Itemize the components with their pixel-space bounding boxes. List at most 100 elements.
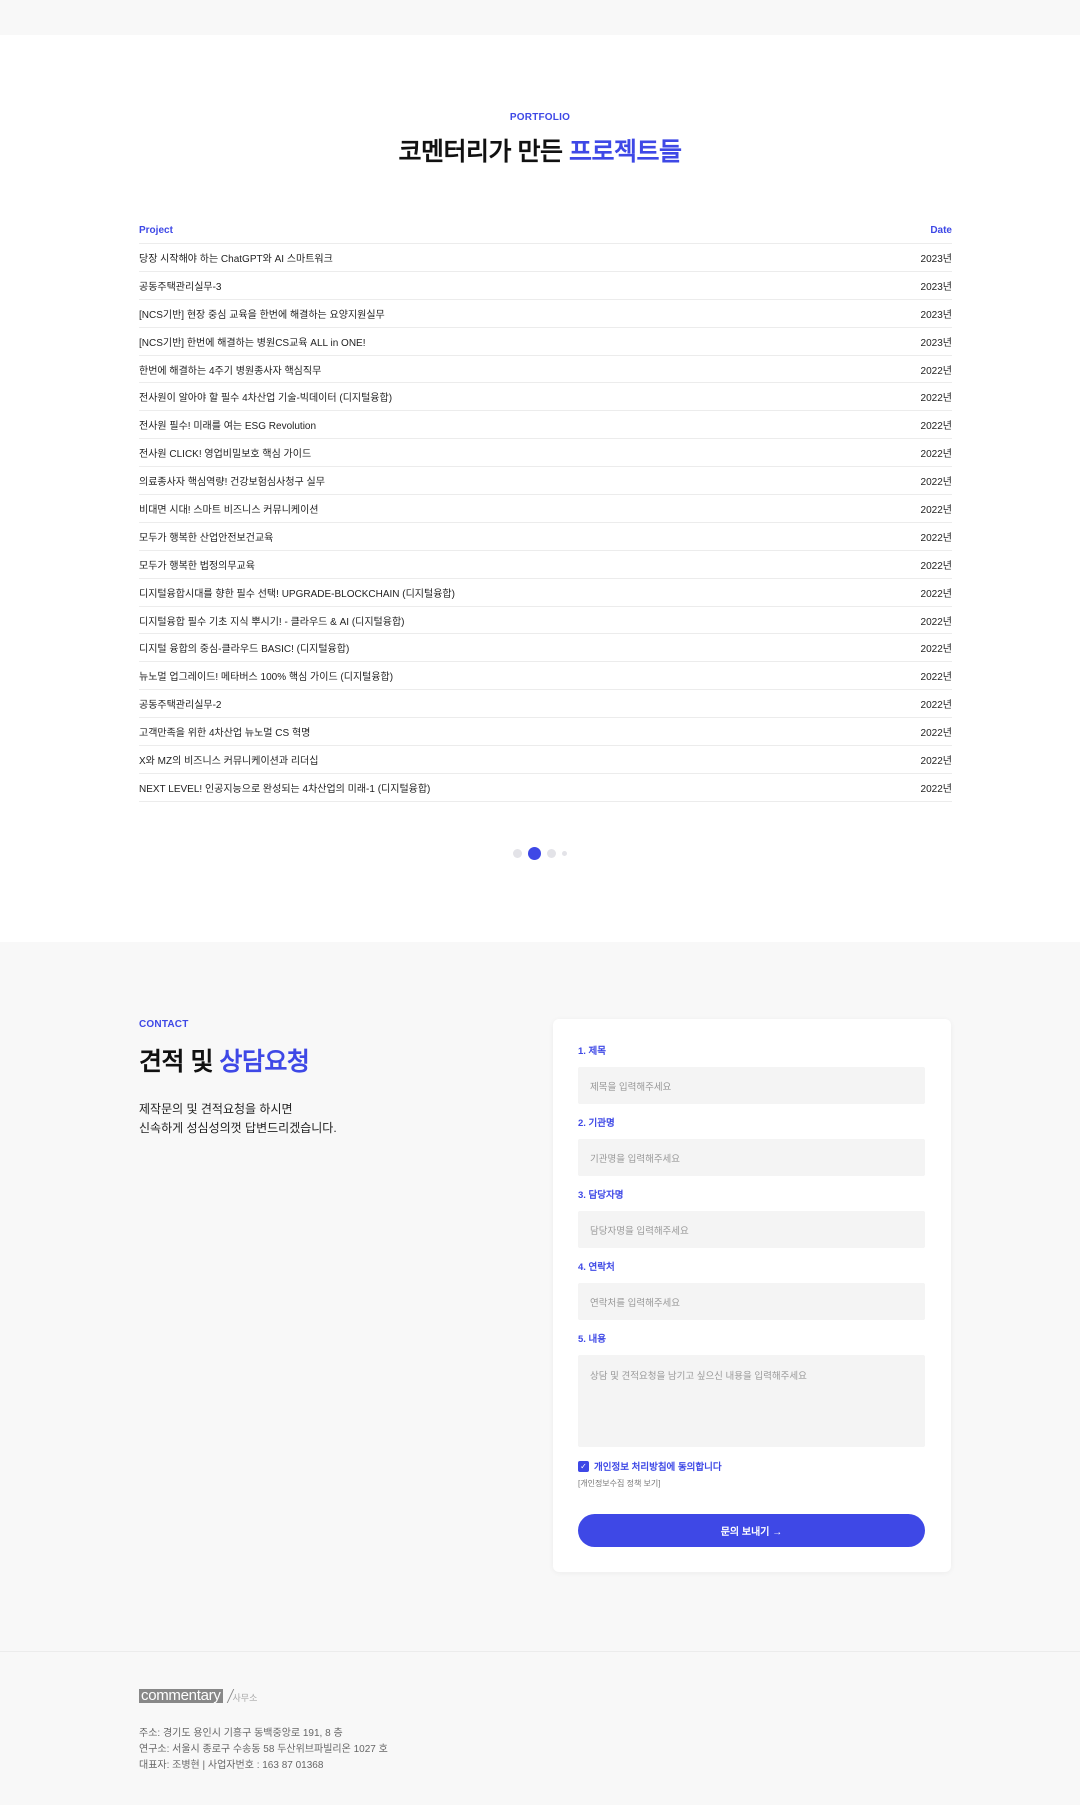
project-name: 전사원 CLICK! 영업비밀보호 핵심 가이드 [139,449,312,461]
project-name: 공동주택관리실무-3 [139,281,222,293]
table-row[interactable]: 고객만족을 위한 4차산업 뉴노멀 CS 혁명 2022년 [139,718,952,747]
title-input[interactable]: 제목을 입력해주세요 [578,1067,925,1104]
manager-field-label: 3. 담당자명 [578,1190,624,1201]
project-date: 2022년 [920,449,952,461]
contact-title-plain: 견적 및 [139,1048,220,1076]
table-row[interactable]: [NCS기반] 현장 중심 교육을 한번에 해결하는 요양지원실무 2023년 [139,300,952,328]
company-info: 주소: 경기도 용인시 기흥구 동백중앙로 191, 8 층 연구소: 서울시 … [139,1726,388,1774]
company-address: 주소: 경기도 용인시 기흥구 동백중앙로 191, 8 층 [139,1728,343,1739]
project-date: 2022년 [920,560,952,572]
portfolio-title-accent: 프로젝트들 [568,138,682,166]
project-name: 모두가 행복한 산업안전보건교육 [139,532,274,544]
project-name: [NCS기반] 한번에 해결하는 병원CS교육 ALL in ONE! [139,337,366,349]
project-date: 2022년 [920,393,952,405]
content-field: 5. 내용 상담 및 견적요청을 남기고 싶으신 내용을 입력해주세요 [578,1331,925,1447]
project-date: 2022년 [920,755,952,767]
portfolio-title-plain: 코멘터리가 만든 [398,138,569,166]
contact-desc-line-2: 신속하게 성심성의껏 답변드리겠습니다. [139,1121,337,1135]
table-row[interactable]: X와 MZ의 비즈니스 커뮤니케이션과 리더십 2022년 [139,746,952,774]
privacy-agree-label[interactable]: 개인정보 처리방침에 동의합니다 [594,1459,722,1473]
table-row[interactable]: 전사원 필수! 미래를 여는 ESG Revolution 2022년 [139,411,952,440]
submit-button[interactable]: 문의 보내기 → [578,1514,925,1547]
contact-form: 1. 제목 제목을 입력해주세요 2. 기관명 기관명을 입력해주세요 3. 담… [553,1019,951,1572]
project-name: 한번에 해결하는 4주기 병원종사자 핵심직무 [139,365,322,377]
table-row[interactable]: 의료종사자 핵심역량! 건강보험심사청구 실무 2022년 [139,467,952,496]
table-row[interactable]: 공동주택관리실무-3 2023년 [139,272,952,300]
table-row[interactable]: 전사원 CLICK! 영업비밀보호 핵심 가이드 2022년 [139,439,952,468]
project-date: 2022년 [920,421,952,433]
footer: commentary 사무소 주소: 경기도 용인시 기흥구 동백중앙로 191… [0,1651,1080,1805]
project-date: 2023년 [920,337,952,349]
table-row[interactable]: 한번에 해결하는 4주기 병원종사자 핵심직무 2022년 [139,356,952,384]
project-date: 2023년 [920,253,952,265]
manager-input[interactable]: 담당자명을 입력해주세요 [578,1211,925,1248]
top-strip [0,0,1080,35]
project-date: 2022년 [920,532,952,544]
table-body: 당장 시작해야 하는 ChatGPT와 AI 스마트워크 2023년 공동주택관리실… [139,244,952,802]
content-field-label: 5. 내용 [578,1334,607,1345]
project-name: 의료종사자 핵심역량! 건강보험심사청구 실무 [139,477,325,489]
table-row[interactable]: 공동주택관리실무-2 2022년 [139,690,952,719]
project-name: 디지털융합 필수 기초 지식 뿌시기! - 클라우드 & AI (디지털융합) [139,616,405,628]
table-row[interactable]: 모두가 행복한 산업안전보건교육 2022년 [139,523,952,551]
pagination-dots [0,847,1080,860]
org-field-label: 2. 기관명 [578,1118,615,1129]
contact-title: 견적 및 상담요청 [139,1042,310,1078]
table-row[interactable]: 전사원이 알아야 할 필수 4차산업 기술-빅데이터 (디지털융합) 2022년 [139,383,952,412]
org-input[interactable]: 기관명을 입력해주세요 [578,1139,925,1176]
project-name: 고객만족을 위한 4차산업 뉴노멀 CS 혁명 [139,728,311,740]
project-date: 2022년 [920,783,952,795]
table-row[interactable]: [NCS기반] 한번에 해결하는 병원CS교육 ALL in ONE! 2023년 [139,328,952,356]
project-date: 2022년 [920,672,952,684]
contact-desc-line-1: 제작문의 및 견적요청을 하시면 [139,1102,293,1116]
company-logo[interactable]: commentary 사무소 [139,1687,258,1704]
project-name: 비대면 시대! 스마트 비즈니스 커뮤니케이션 [139,504,319,516]
project-name: 전사원이 알아야 할 필수 4차산업 기술-빅데이터 (디지털융합) [139,393,393,405]
checkbox-checked-icon[interactable]: ✓ [578,1460,589,1472]
project-date: 2022년 [920,644,952,656]
table-row[interactable]: 모두가 행복한 법정의무교육 2022년 [139,551,952,579]
title-field-label: 1. 제목 [578,1046,607,1057]
project-name: 디지털 융합의 중심-클라우드 BASIC! (디지털융합) [139,644,350,656]
project-name: 뉴노멀 업그레이드! 메타버스 100% 핵심 가이드 (디지털융합) [139,672,394,684]
privacy-agree[interactable]: ✓ 개인정보 처리방침에 동의합니다 [578,1459,722,1473]
logo-wordmark: commentary [139,1687,223,1704]
table-row[interactable]: 디지털 융합의 중심-클라우드 BASIC! (디지털융합) 2022년 [139,634,952,663]
table-row[interactable]: 뉴노멀 업그레이드! 메타버스 100% 핵심 가이드 (디지털융합) 2022년 [139,662,952,691]
phone-field: 4. 연락처 연락처를 입력해주세요 [578,1259,925,1320]
pagination-dot-1[interactable] [513,849,522,858]
portfolio-eyebrow: PORTFOLIO [509,112,571,123]
company-lab-address: 연구소: 서울시 종로구 수송동 58 두산위브파빌리온 1027 호 [139,1744,388,1755]
company-ceo: 대표자: 조병현 | 사업자번호 : 163 87 01368 [139,1760,324,1771]
project-date: 2022년 [920,616,952,628]
project-name: X와 MZ의 비즈니스 커뮤니케이션과 리더십 [139,755,319,767]
pagination-dot-2[interactable] [528,847,541,860]
table-row[interactable]: 비대면 시대! 스마트 비즈니스 커뮤니케이션 2022년 [139,495,952,523]
project-date: 2023년 [920,309,952,321]
pagination-dot-4[interactable] [562,851,567,856]
table-row[interactable]: 당장 시작해야 하는 ChatGPT와 AI 스마트워크 2023년 [139,244,952,272]
project-date: 2022년 [920,588,952,600]
project-name: [NCS기반] 현장 중심 교육을 한번에 해결하는 요양지원실무 [139,309,385,321]
table-row[interactable]: 디지털융합 필수 기초 지식 뿌시기! - 클라우드 & AI (디지털융합) 2… [139,607,952,635]
pagination-dot-3[interactable] [547,849,556,858]
project-name: 공동주택관리실무-2 [139,700,222,712]
phone-input[interactable]: 연락처를 입력해주세요 [578,1283,925,1320]
column-header-date: Date [930,225,952,236]
project-name: 디지털융합시대를 향한 필수 선택! UPGRADE-BLOCKCHAIN (디… [139,588,455,600]
project-date: 2022년 [920,504,952,516]
table-row[interactable]: 디지털융합시대를 향한 필수 선택! UPGRADE-BLOCKCHAIN (디… [139,579,952,607]
phone-field-label: 4. 연락처 [578,1262,615,1273]
table-row[interactable]: NEXT LEVEL! 인공지능으로 완성되는 4차산업의 미래-1 (디지털융… [139,774,952,802]
portfolio-section: PORTFOLIO 코멘터리가 만든 프로젝트들 Project Date 당장… [0,35,1080,942]
portfolio-title: 코멘터리가 만든 프로젝트들 [0,132,1080,168]
contact-title-accent: 상담요청 [219,1048,310,1076]
contact-description: 제작문의 및 견적요청을 하시면 신속하게 성심성의껏 답변드리겠습니다. [139,1100,337,1138]
privacy-policy-link[interactable]: [개인정보수집 정책 보기] [578,1478,661,1489]
org-field: 2. 기관명 기관명을 입력해주세요 [578,1115,925,1176]
project-name: 당장 시작해야 하는 ChatGPT와 AI 스마트워크 [139,253,333,265]
logo-subtext: 사무소 [232,1693,258,1703]
project-date: 2022년 [920,700,952,712]
content-textarea[interactable]: 상담 및 견적요청을 남기고 싶으신 내용을 입력해주세요 [578,1355,925,1447]
manager-field: 3. 담당자명 담당자명을 입력해주세요 [578,1187,925,1248]
